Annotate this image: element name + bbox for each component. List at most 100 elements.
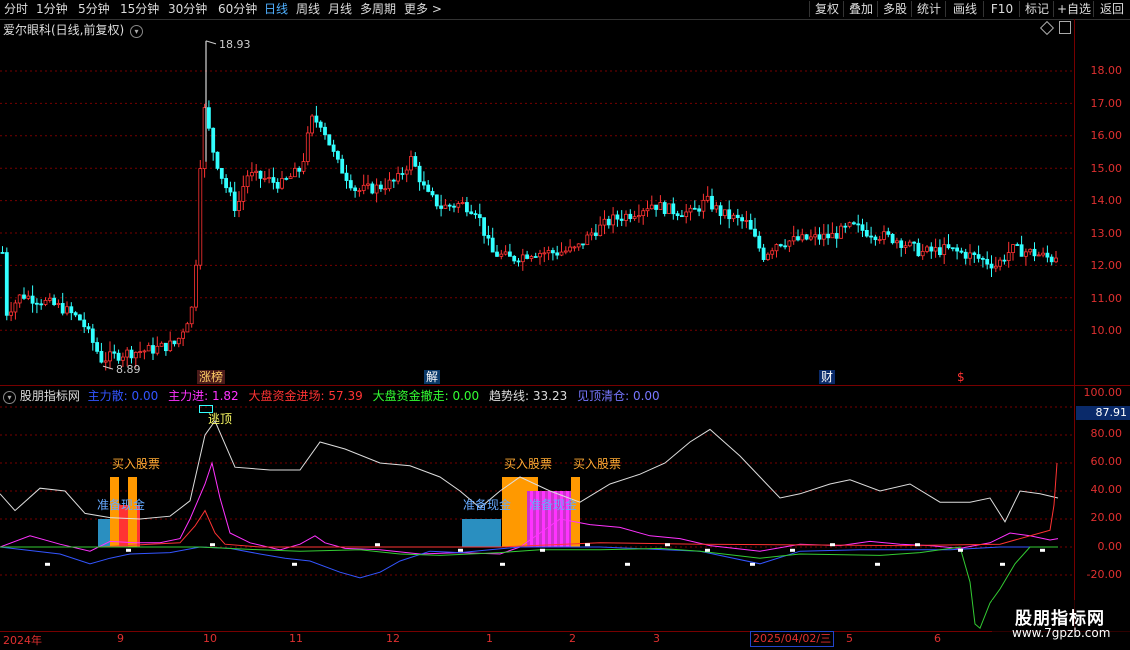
candle-body (69, 306, 74, 314)
prepare-cash-label: 准备现金 (463, 498, 512, 512)
prepare-cash-bar (474, 519, 477, 547)
candle-body (787, 240, 792, 247)
tab-5min[interactable]: 5分钟 (78, 2, 110, 17)
signal-mark (126, 548, 131, 552)
tab-15min[interactable]: 15分钟 (120, 2, 159, 17)
candle-body (516, 260, 521, 263)
indicator-current-value: 87.91 (1076, 406, 1130, 420)
prepare-cash-bar (480, 519, 483, 547)
candle-body (206, 107, 211, 129)
candle-body (409, 156, 413, 171)
tab-monthly[interactable]: 月线 (328, 2, 352, 17)
candle-body (852, 222, 856, 225)
tab-1min[interactable]: 1分钟 (36, 2, 68, 17)
prepare-cash-bar (483, 519, 486, 547)
candle-body (486, 235, 491, 239)
buy-signal-label: 买入股票 (112, 457, 161, 471)
event-tag-financial[interactable]: 财 (819, 370, 836, 384)
time-axis-label: 2024年 (3, 634, 42, 647)
candle-body (981, 257, 985, 260)
multi-stock-button[interactable]: 多股 (877, 1, 912, 17)
indicator-axis-label: 40.00 (1090, 483, 1123, 496)
candle-body (271, 177, 276, 183)
price-axis-label: 16.00 (1090, 129, 1123, 142)
candle-body (998, 259, 1002, 267)
back-button[interactable]: 返回 (1093, 1, 1130, 17)
candle-body (125, 349, 130, 358)
candle-body (4, 252, 9, 316)
candle-body (443, 204, 448, 209)
candle-body (692, 207, 697, 210)
candle-body (538, 253, 542, 258)
crosshair-date-box: 2025/04/02/三 (750, 631, 835, 647)
candle-body (688, 207, 693, 213)
candle-body (469, 211, 474, 215)
signal-mark (705, 548, 710, 552)
candle-body (1054, 257, 1058, 263)
candle-body (163, 342, 168, 352)
candle-body (310, 115, 315, 134)
event-tag-limit-up[interactable]: 涨榜 (197, 370, 226, 384)
candle-body (198, 168, 203, 266)
high-price-label: 18.93 (219, 38, 251, 51)
candle-body (529, 256, 534, 259)
indicator-axis-label: 60.00 (1090, 455, 1123, 468)
candle-body (116, 352, 121, 361)
candle-body (56, 303, 61, 305)
restore-rights-button[interactable]: 复权 (809, 1, 844, 17)
prepare-cash-label: 准备现金 (529, 498, 578, 512)
candle-body (456, 203, 461, 208)
event-tag-unlock[interactable]: 解 (424, 370, 441, 384)
tab-60min[interactable]: 60分钟 (218, 2, 257, 17)
candle-body (95, 342, 99, 352)
price-axis-label: 11.00 (1090, 292, 1123, 305)
add-watchlist-button[interactable]: +自选 (1053, 1, 1094, 17)
mark-button[interactable]: 标记 (1019, 1, 1054, 17)
candle-body (976, 254, 981, 259)
tab-30min[interactable]: 30分钟 (168, 2, 207, 17)
candle-body (245, 175, 250, 187)
candle-body (348, 180, 353, 189)
candle-body (731, 214, 736, 220)
candle-body (727, 209, 732, 220)
tab-minute-chart[interactable]: 分时 (4, 2, 28, 17)
escape-top-marker (199, 405, 213, 413)
candle-body (142, 350, 147, 353)
candle-body (460, 202, 465, 204)
candle-body (830, 233, 835, 239)
indicator-axis-label: 100.00 (1083, 386, 1123, 399)
candle-body (267, 177, 272, 179)
tab-more[interactable]: 更多 > (404, 2, 442, 17)
time-axis-label: 6 (934, 632, 941, 645)
candle-body (108, 351, 112, 362)
indicator-chart[interactable] (0, 400, 1074, 631)
candle-body (121, 356, 125, 361)
overlay-button[interactable]: 叠加 (843, 1, 878, 17)
candle-body (972, 252, 977, 255)
signal-mark (958, 548, 963, 552)
event-tag-dividend[interactable]: $ (955, 370, 967, 384)
candle-body (723, 209, 727, 217)
candle-body (895, 240, 899, 244)
time-axis-label: 9 (117, 632, 124, 645)
buy-signal-bar (517, 477, 520, 547)
candle-body (146, 345, 151, 352)
f10-button[interactable]: F10 (983, 1, 1020, 17)
tab-multi-period[interactable]: 多周期 (360, 2, 396, 17)
buy-signal-label: 买入股票 (573, 457, 622, 471)
candle-body (439, 205, 444, 209)
candle-body (882, 231, 886, 240)
signal-mark (500, 562, 505, 566)
candle-body (546, 250, 551, 254)
candle-body (671, 203, 676, 215)
tab-daily[interactable]: 日线 (264, 2, 288, 17)
tab-weekly[interactable]: 周线 (296, 2, 320, 17)
draw-line-button[interactable]: 画线 (945, 1, 984, 17)
time-axis-border (0, 631, 1130, 632)
candle-body (99, 350, 104, 363)
candlestick-chart[interactable]: 18.93 8.89 (0, 19, 1074, 385)
candle-body (159, 342, 164, 347)
candle-body (950, 247, 955, 250)
candle-body (129, 349, 134, 359)
statistics-button[interactable]: 统计 (911, 1, 946, 17)
